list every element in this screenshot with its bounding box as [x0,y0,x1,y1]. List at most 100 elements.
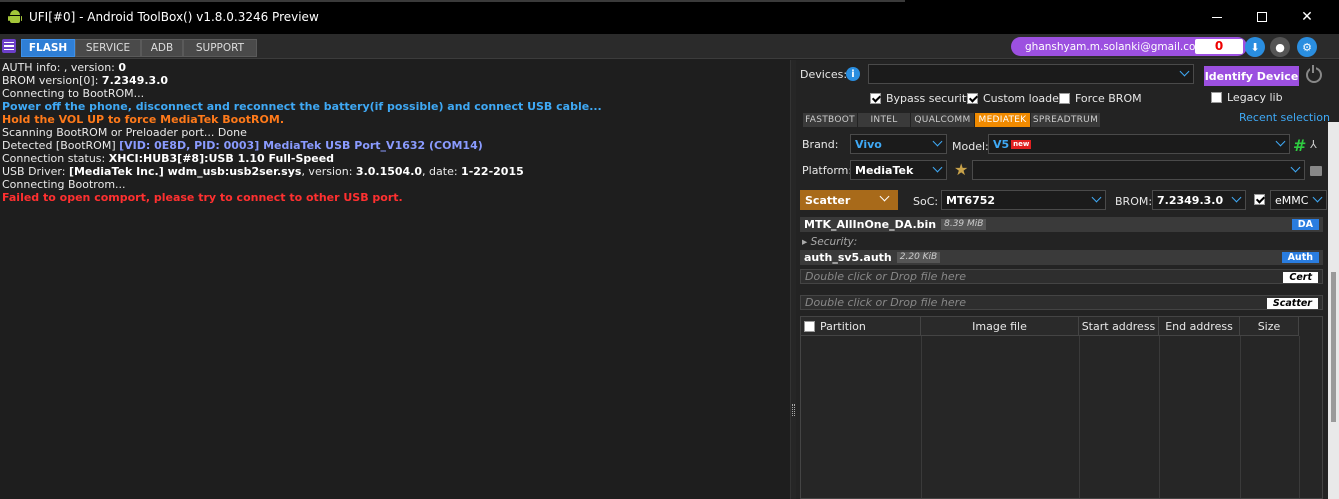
scatter-mode-dropdown[interactable]: Scatter [800,190,898,210]
scatter-file-placeholder: Double click or Drop file here [805,296,966,309]
download-icon[interactable]: ⬇ [1245,37,1265,57]
da-tag: DA [1291,219,1319,230]
log-segment: 3.0.1504.0 [355,165,423,178]
bypass-security-label: Bypass security [886,92,973,105]
recent-selection-link[interactable]: Recent selection [1239,111,1330,124]
custom-loader-label: Custom loader [983,92,1064,105]
info-icon[interactable]: i [846,67,860,81]
custom-loader-checkbox[interactable]: Custom loader [967,92,1063,105]
auth-file-row[interactable]: auth_sv5.auth 2.20 KiB Auth [800,250,1323,265]
platform-extra-dropdown[interactable] [972,160,1305,180]
tab-mediatek[interactable]: MEDIATEK [975,113,1030,127]
log-segment: USB Driver: [2,165,69,178]
tab-adb[interactable]: ADB [141,39,183,57]
chevron-down-icon [1312,192,1323,203]
window-title: UFI[#0] - Android ToolBox() v1.8.0.3246 … [29,10,319,24]
legacy-lib-checkbox[interactable]: Legacy lib [1211,91,1283,104]
log-segment: Failed to open comport, please try to co… [2,191,403,204]
title-bar-top-edge [0,0,905,2]
close-button[interactable]: ✕ [1284,0,1330,34]
da-file-size: 8.39 MiB [941,219,987,230]
size-header[interactable]: Size [1240,317,1299,336]
image-file-header[interactable]: Image file [921,317,1079,336]
tab-qualcomm[interactable]: QUALCOMM [911,113,974,127]
log-segment: Hold the VOL UP to force MediaTek BootRO… [2,113,284,126]
force-brom-checkbox[interactable]: Force BROM [1059,92,1142,105]
platform-dropdown[interactable]: MediaTek [850,160,947,180]
end-address-header[interactable]: End address [1159,317,1240,336]
log-line: Hold the VOL UP to force MediaTek BootRO… [2,113,790,126]
storage-value: eMMC [1275,193,1309,207]
minimize-icon [1212,16,1222,18]
auth-file-name: auth_sv5.auth [804,251,892,264]
log-segment: [MediaTek Inc.] wdm_usb:usb2ser.sys [68,165,302,178]
hamburger-menu-icon[interactable] [2,39,16,53]
chevron-down-icon [1290,162,1301,173]
log-line: AUTH info: , version: 0 [2,61,790,74]
devices-dropdown[interactable] [868,64,1194,84]
platform-value: MediaTek [855,163,914,177]
log-segment: 1-22-2015 [461,165,524,178]
da-file-row[interactable]: MTK_AllInOne_DA.bin 8.39 MiB DA [800,217,1323,232]
log-line: USB Driver: [MediaTek Inc.] wdm_usb:usb2… [2,165,790,178]
log-line: Failed to open comport, please try to co… [2,191,790,204]
log-segment: BROM version[0]: [2,74,102,87]
log-segment: 0 [118,61,127,74]
scatter-mode-value: Scatter [805,193,851,207]
model-dropdown[interactable]: V5 new [988,134,1290,154]
devices-label: Devices: [800,68,848,81]
power-icon[interactable] [1306,65,1322,83]
storage-dropdown[interactable]: eMMC [1270,190,1327,210]
log-segment: 7.2349.3.0 [101,74,169,87]
brom-value: 7.2349.3.0 [1157,193,1224,207]
brom-label: BROM: [1115,195,1153,208]
maximize-button[interactable] [1239,0,1285,34]
da-file-name: MTK_AllInOne_DA.bin [804,218,937,231]
brand-dropdown[interactable]: Vivo [850,134,947,154]
bypass-security-checkbox[interactable]: Bypass security [870,92,973,105]
cert-file-row[interactable]: Double click or Drop file here Cert [800,269,1323,284]
soc-dropdown[interactable]: MT6752 [941,190,1106,210]
storage-checkbox[interactable] [1254,194,1270,205]
log-segment: [VID: 0E8D, PID: 0003] MediaTek USB Port… [119,139,483,152]
select-all-checkbox[interactable] [804,320,820,332]
scrollbar-thumb[interactable] [1331,272,1336,422]
chevron-down-icon [1091,192,1102,203]
model-value: V5 [993,137,1010,151]
maximize-icon [1257,12,1267,22]
scatter-file-row[interactable]: Double click or Drop file here Scatter [800,295,1323,310]
partition-header[interactable]: Partition [801,317,921,336]
user-email: ghanshyam.m.solanki@gmail.com [1025,40,1206,53]
favorite-star-icon[interactable]: ★ [954,160,968,179]
folder-icon[interactable] [1310,166,1322,176]
log-segment: , version: [301,165,356,178]
tab-fastboot[interactable]: FASTBOOT [803,113,857,127]
log-line: Connecting to BootROM... [2,87,790,100]
minimize-button[interactable] [1194,0,1240,34]
panel-scrollbar[interactable] [1328,122,1339,499]
log-segment: AUTH info: , version: [2,61,119,74]
settings-gear-icon[interactable]: ⚙ [1297,37,1317,57]
tab-service[interactable]: SERVICE [75,39,141,57]
checkbox-checked-icon [967,93,978,104]
identify-device-button[interactable]: Identify Device [1204,66,1299,86]
main-toolbar: FLASH SERVICE ADB SUPPORT ghanshyam.m.so… [0,34,1339,59]
chevron-down-icon [932,136,943,147]
splitter-grip-icon [792,404,795,416]
hash-icon[interactable]: # [1293,136,1306,155]
start-address-header[interactable]: Start address [1079,317,1159,336]
title-bar: UFI[#0] - Android ToolBox() v1.8.0.3246 … [0,0,1339,34]
tab-intel[interactable]: INTEL [858,113,910,127]
security-label: Security: [810,236,858,248]
brom-dropdown[interactable]: 7.2349.3.0 [1152,190,1246,210]
log-line: BROM version[0]: 7.2349.3.0 [2,74,790,87]
tab-flash[interactable]: FLASH [21,39,75,57]
force-brom-label: Force BROM [1075,92,1142,105]
microphone-icon[interactable]: ● [1270,37,1290,57]
log-segment: XHCI:HUB3[#8]:USB 1.10 Full-Speed [108,152,335,165]
tab-support[interactable]: SUPPORT [183,39,257,57]
tab-spreadtrum[interactable]: SPREADTRUM [1031,113,1100,127]
document-icon[interactable]: ⅄ [1310,138,1322,152]
checkbox-unchecked-icon [1211,92,1222,103]
security-expander[interactable]: ▸ Security: [802,236,857,248]
